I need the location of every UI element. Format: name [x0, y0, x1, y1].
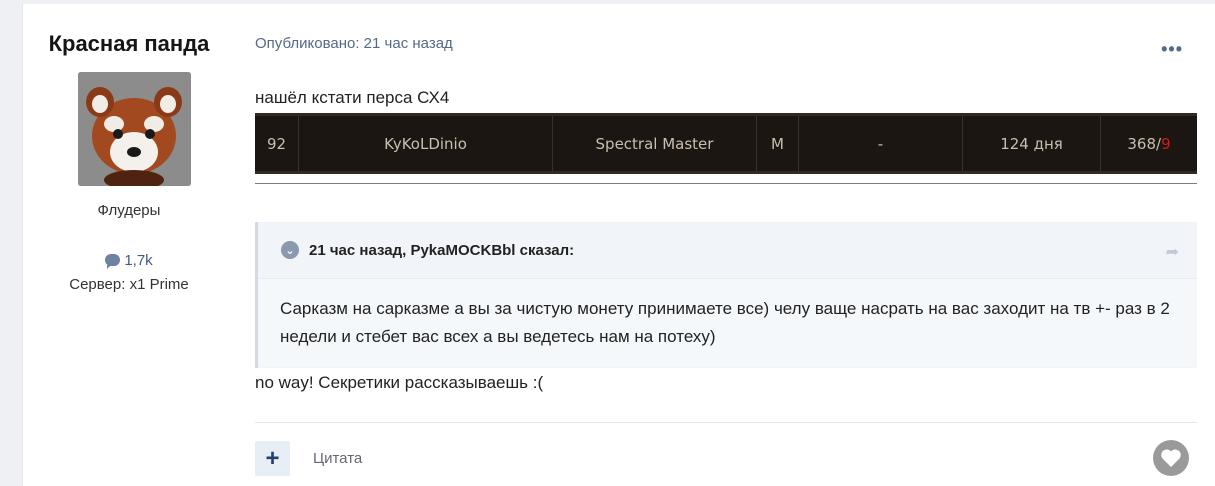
quote-body: Сарказм на сарказме а вы за чистую монет…	[258, 278, 1197, 367]
score-main: 368/	[1127, 134, 1162, 153]
heart-shape	[1161, 449, 1181, 467]
quote-block: ⌄ 21 час назад, PykaMOCKBbl сказал: ➦ Са…	[255, 222, 1197, 368]
red-panda-avatar-icon	[78, 72, 191, 186]
class-cell: Spectral Master	[553, 116, 757, 171]
author-name[interactable]: Красная панда	[23, 31, 235, 57]
clan-cell: -	[799, 116, 963, 171]
post-text-line1: нашёл кстати перса СХ4	[255, 88, 450, 107]
multiquote-plus-button[interactable]: +	[255, 441, 290, 476]
comment-bubble-icon	[105, 254, 121, 269]
posts-count[interactable]: 1,7k	[23, 252, 235, 269]
heart-icon[interactable]	[1153, 440, 1189, 476]
posts-count-value: 1,7k	[124, 252, 153, 269]
divider	[255, 183, 1197, 184]
post-text-line2: no way! Секретики рассказываешь :(	[255, 373, 544, 392]
rank-cell: 92	[255, 116, 299, 171]
divider	[255, 422, 1197, 423]
share-arrow-icon[interactable]: ➦	[1166, 242, 1179, 262]
forum-post: Красная панда Флудеры 1,7k Сервер: x1 Pr…	[22, 4, 1215, 486]
score-cell: 368/9	[1101, 116, 1197, 171]
quote-link[interactable]: Цитата	[313, 450, 362, 467]
score-red: 9	[1161, 134, 1171, 153]
quote-header-text: 21 час назад, PykaMOCKBbl сказал:	[309, 241, 575, 259]
gender-cell: М	[757, 116, 799, 171]
ranking-image: 92 KyKoLDinio Spectral Master М - 124 дн…	[255, 113, 1197, 174]
chevron-down-icon[interactable]: ⌄	[281, 241, 299, 259]
user-server: Сервер: x1 Prime	[69, 276, 189, 293]
avatar[interactable]	[78, 72, 191, 186]
ellipsis-icon[interactable]: •••	[1161, 39, 1183, 60]
quote-header[interactable]: ⌄ 21 час назад, PykaMOCKBbl сказал: ➦	[258, 222, 1197, 278]
time-cell: 124 дня	[963, 116, 1101, 171]
post-meta[interactable]: Опубликовано: 21 час назад	[255, 35, 453, 52]
nick-cell: KyKoLDinio	[299, 116, 553, 171]
user-group: Флудеры	[97, 202, 161, 219]
